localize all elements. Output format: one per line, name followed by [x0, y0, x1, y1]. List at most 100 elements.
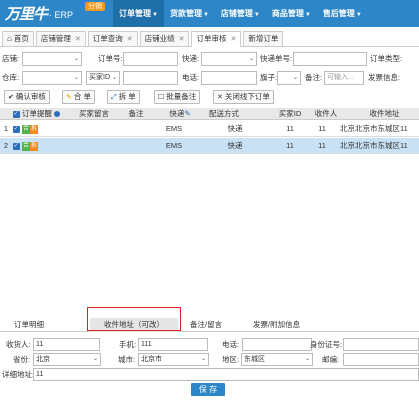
filter-row-1: 店铺: ⌄ 订单号: 快递: ⌄ 快递单号: 订单类型:: [0, 51, 419, 67]
approve-button[interactable]: ✔ 确认审核: [4, 90, 50, 104]
menu-aftersale-management[interactable]: 售后管理▼: [317, 0, 368, 27]
close-icon[interactable]: ✕: [75, 36, 81, 43]
close-icon[interactable]: ✕: [179, 36, 185, 43]
menu-product-management[interactable]: 商品管理▼: [266, 0, 317, 27]
chevron-down-icon: ⌄: [73, 56, 79, 62]
split-tag: 拆: [30, 141, 39, 151]
order-no-input[interactable]: [123, 52, 178, 66]
col-buyer-message[interactable]: 买家留言: [76, 108, 112, 120]
tab-order-query[interactable]: 订单查询 ✕: [87, 31, 138, 46]
shop-select[interactable]: ⌄: [22, 52, 82, 66]
tab-home[interactable]: ⌂ 首页: [2, 31, 34, 46]
detail-address-label: 详细地址:: [2, 370, 35, 379]
tab-remarks[interactable]: 备注/留言: [190, 318, 222, 332]
buyer-id-input[interactable]: [123, 71, 178, 85]
express-cell: EMS: [165, 141, 183, 150]
row-checkbox[interactable]: ✓: [11, 138, 21, 154]
warehouse-label: 仓库:: [2, 73, 20, 82]
close-offline-button[interactable]: ✕ 关闭线下订单: [213, 90, 274, 104]
delivery-cell: 快递: [227, 141, 243, 150]
menu-order-management[interactable]: 订单管理▼: [113, 0, 164, 27]
district-select[interactable]: 东城区 ⌄: [241, 353, 313, 366]
table-row[interactable]: 2 ✓ 合拆 EMS 快递 11 11 北京北京市东城区11: [0, 138, 419, 154]
home-icon: ⌂: [7, 34, 12, 43]
express-cell: EMS: [165, 124, 183, 133]
caret-down-icon: ▼: [355, 12, 362, 18]
express-select[interactable]: ⌄: [201, 52, 257, 66]
menu-label: 售后管理: [322, 9, 355, 18]
tab-order-review[interactable]: 订单审核 ✕: [191, 31, 242, 47]
id-card-input[interactable]: [343, 338, 419, 351]
address-cell: 北京北京市东城区11: [340, 141, 408, 150]
close-icon[interactable]: ✕: [230, 36, 236, 43]
col-express[interactable]: 快递✎: [160, 108, 200, 120]
mobile-input[interactable]: 111: [138, 338, 208, 351]
express-no-input[interactable]: [293, 52, 367, 66]
page-tab-bar: ⌂ 首页 店铺管理 ✕ 订单查询 ✕ 店铺业绩 ✕ 订单审核 ✕ 新增订单: [0, 31, 419, 47]
flag-select[interactable]: ⌄: [277, 71, 301, 85]
batch-remark-button[interactable]: ☐ 批量备注: [154, 90, 201, 104]
close-icon[interactable]: ✕: [127, 36, 133, 43]
split-button[interactable]: ⤢ 拆 单: [107, 90, 140, 104]
remark-input[interactable]: 可输入...: [324, 71, 364, 85]
tab-invoice[interactable]: 发票/附加信息: [253, 318, 300, 332]
postcode-label: 邮编:: [322, 355, 340, 364]
detail-tab-bar: 订单明细 收件地址（可改） 备注/留言 发票/附加信息: [0, 318, 419, 332]
column-label: 快递: [169, 109, 185, 118]
form-row-3: 详细地址: 11: [0, 367, 419, 382]
button-label: 关闭线下订单: [224, 92, 270, 101]
reminder-tags: 合拆: [22, 138, 62, 154]
caret-down-icon: ▼: [202, 12, 209, 18]
tab-label: 店铺业绩: [144, 34, 175, 43]
merge-tag: 合: [22, 124, 31, 134]
phone-input[interactable]: [201, 71, 257, 85]
product-name: · ERP: [49, 10, 74, 20]
remark-cell: [116, 138, 156, 154]
merge-button[interactable]: ✎ 合 单: [62, 90, 95, 104]
filter-row-2: 仓库: ⌄ 买家ID ⌄ 电话: 旗子: ⌄ 备注: 可输入... 发票信息:: [0, 70, 419, 86]
city-select[interactable]: 北京市 ⌄: [138, 353, 209, 366]
city-value: 北京市: [141, 356, 162, 363]
recipient-cell: 11: [318, 141, 326, 150]
table-row[interactable]: 1 ✓ 合拆 EMS 快递 11 11 北京北京市东城区11: [0, 121, 419, 137]
tab-order-detail[interactable]: 订单明细: [14, 318, 44, 332]
postcode-input[interactable]: [343, 353, 419, 366]
province-select[interactable]: 北京 ⌄: [33, 353, 101, 366]
tab-shop-management[interactable]: 店铺管理 ✕: [35, 31, 86, 46]
col-buyer-id[interactable]: 买家ID: [272, 108, 308, 120]
phone-input[interactable]: [242, 338, 312, 351]
col-address[interactable]: 收件地址: [350, 108, 419, 120]
district-value: 东城区: [244, 356, 265, 363]
phone-label: 电话:: [222, 340, 240, 349]
tab-new-order[interactable]: 新增订单: [243, 31, 284, 46]
buyer-field-value: 买家ID: [89, 74, 110, 81]
row-checkbox[interactable]: ✓: [11, 121, 21, 137]
merge-tag: 合: [22, 141, 31, 151]
checkbox-icon: ✓: [12, 142, 20, 150]
menu-label: 商品管理: [271, 9, 304, 18]
col-order-reminder[interactable]: 订单提醒: [22, 108, 70, 120]
recipient-label: 收货人:: [6, 340, 31, 349]
col-remark[interactable]: 备注: [116, 108, 156, 120]
buyer-message-cell: [76, 138, 112, 154]
save-button[interactable]: 保 存: [191, 383, 225, 396]
chevron-down-icon: ⌄: [92, 356, 98, 362]
col-delivery-method[interactable]: 配送方式: [200, 108, 248, 120]
tab-shop-performance[interactable]: 店铺业绩 ✕: [139, 31, 190, 46]
menu-payment-management[interactable]: 货款管理▼: [164, 0, 215, 27]
menu-label: 货款管理: [169, 9, 202, 18]
chevron-down-icon: ⌄: [111, 75, 117, 81]
menu-shop-management[interactable]: 店铺管理▼: [215, 0, 266, 27]
caret-down-icon: ▼: [152, 12, 158, 18]
caret-down-icon: ▼: [253, 12, 260, 18]
province-value: 北京: [36, 356, 50, 363]
col-recipient[interactable]: 收件人: [312, 108, 340, 120]
detail-address-input[interactable]: 11: [33, 368, 419, 381]
phone-label: 电话:: [182, 73, 200, 82]
recipient-input[interactable]: 11: [33, 338, 100, 351]
select-all-checkbox[interactable]: ✓: [11, 108, 21, 120]
warehouse-select[interactable]: ⌄: [22, 71, 82, 85]
city-label: 城市:: [118, 355, 136, 364]
buyer-field-select[interactable]: 买家ID ⌄: [86, 71, 120, 85]
brand-logo: 万里牛 · ERP: [5, 3, 73, 24]
